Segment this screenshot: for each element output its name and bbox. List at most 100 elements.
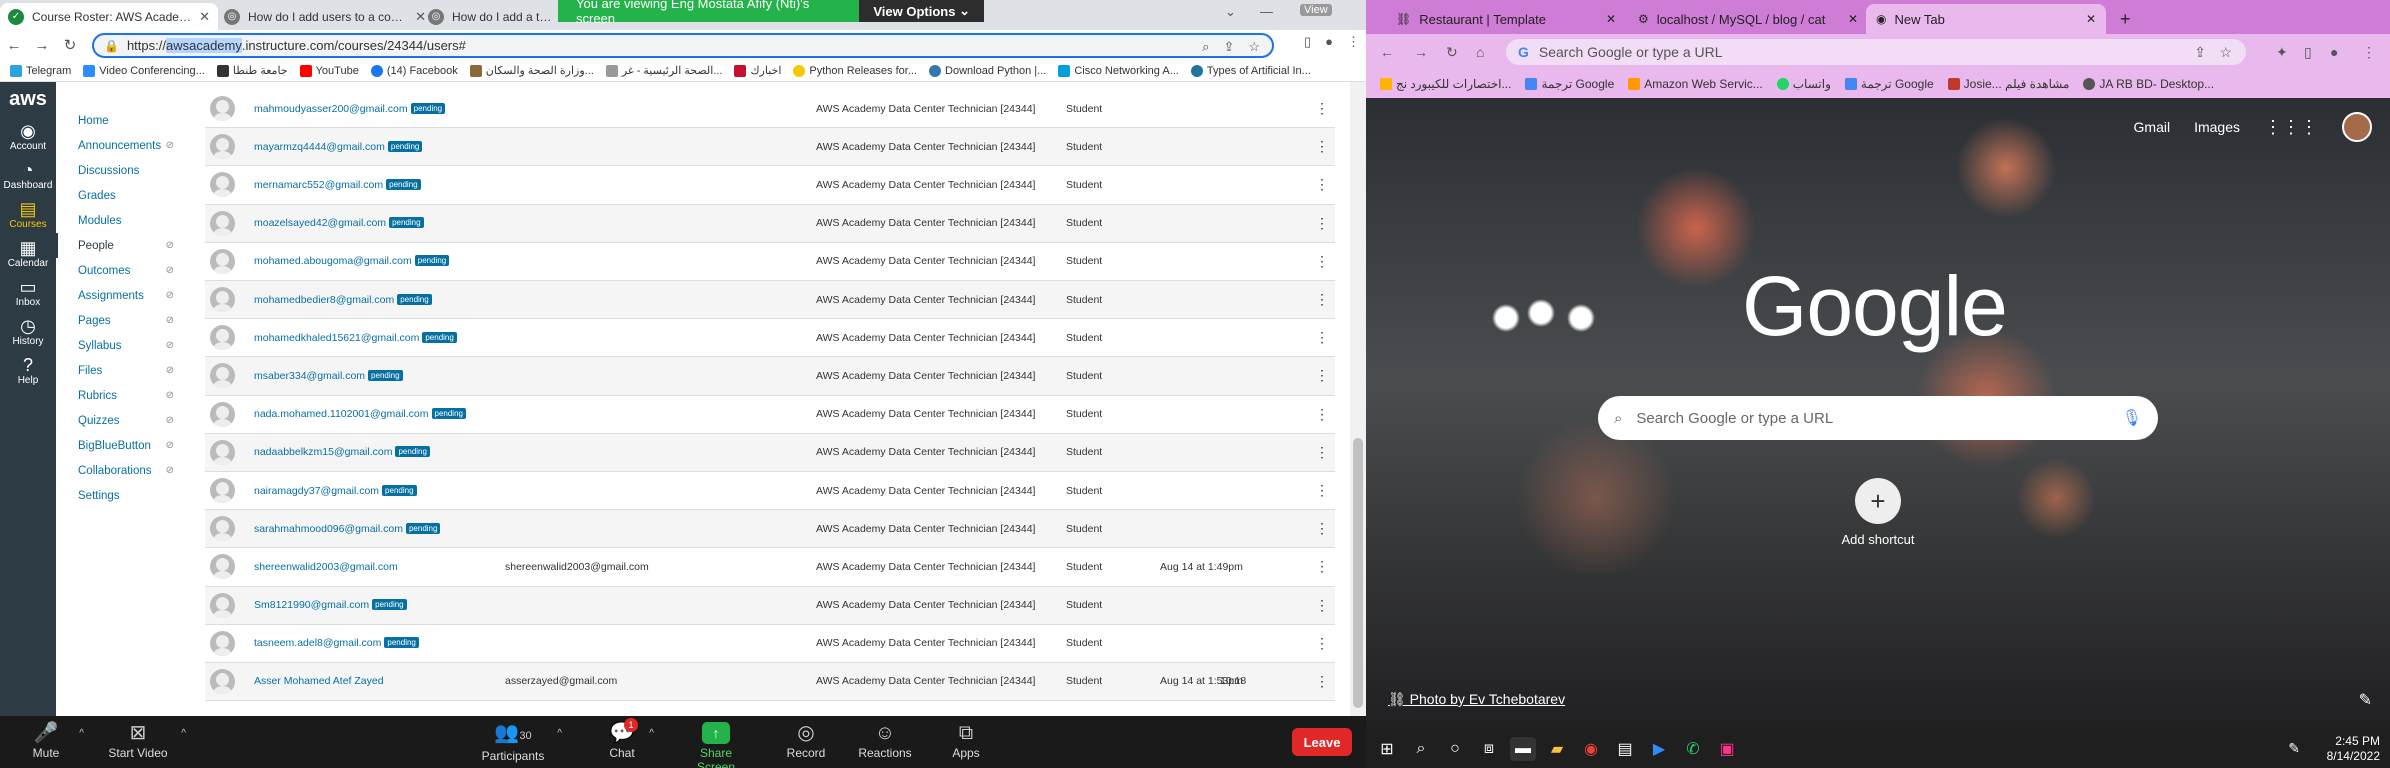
zoom-icon[interactable]: ▶ <box>1646 737 1672 761</box>
bookmark-item[interactable]: Video Conferencing... <box>83 64 205 77</box>
tab-add-text[interactable]: ◎ How do I add a text (SMS <box>420 3 560 30</box>
menu-icon[interactable]: ⋮ <box>2362 44 2376 61</box>
start-video-button[interactable]: ⊠ Start Video ^ <box>106 720 186 760</box>
file-explorer-icon[interactable]: ▰ <box>1544 737 1570 761</box>
more-options-icon[interactable]: ⋮ <box>1315 176 1329 193</box>
bookmark-item[interactable]: وزارة الصحة والسكان... <box>469 64 594 77</box>
user-name-link[interactable]: nada.mohamed.1102001@gmail.com pending <box>254 408 466 420</box>
course-nav-syllabus[interactable]: Syllabus ⊘ <box>56 333 186 358</box>
more-options-icon[interactable]: ⋮ <box>1315 444 1329 461</box>
user-name-link[interactable]: mohamedbedier8@gmail.com pending <box>254 293 432 306</box>
menu-icon[interactable]: ⋮ <box>1347 34 1360 50</box>
course-nav-announcements[interactable]: Announcements ⊘ <box>56 133 186 158</box>
nav-courses[interactable]: ▤ Courses <box>0 199 56 230</box>
bookmark-item[interactable]: واتساب <box>1776 77 1831 91</box>
nav-account[interactable]: ◉ Account <box>0 121 56 152</box>
bookmark-item[interactable]: ترجمة Google <box>1525 77 1614 91</box>
bookmark-item[interactable]: Josie... مشاهدة فيلم <box>1947 77 2069 91</box>
whatsapp-icon[interactable]: ✆ <box>1680 737 1706 761</box>
close-icon[interactable]: ✕ <box>1606 12 1616 26</box>
more-options-icon[interactable]: ⋮ <box>1315 100 1329 117</box>
profile-icon[interactable]: ● <box>2330 44 2338 60</box>
vertical-scrollbar[interactable] <box>1350 82 1366 716</box>
bookmark-item[interactable]: الصحة الرئيسية - غر... <box>605 64 722 77</box>
cortana-icon[interactable]: ○ <box>1442 737 1468 761</box>
mute-button[interactable]: 🎤 Mute ^ <box>24 720 84 760</box>
chevron-up-icon[interactable]: ^ <box>557 728 562 739</box>
task-view-icon[interactable]: ⧈ <box>1476 737 1502 761</box>
customize-pencil-icon[interactable]: ✎ <box>2359 690 2372 710</box>
images-link[interactable]: Images <box>2194 119 2240 135</box>
bookmark-item[interactable]: (14) Facebook <box>370 64 458 77</box>
windows-start-icon[interactable]: ⊞ <box>1374 737 1400 761</box>
tab-course-roster[interactable]: ✓ Course Roster: AWS Academy Da ✕ <box>0 3 218 30</box>
bookmark-item[interactable]: جامعة طنطا <box>216 64 288 77</box>
pen-icon[interactable]: ✎ <box>2288 740 2300 757</box>
course-nav-grades[interactable]: Grades <box>56 183 186 208</box>
system-clock[interactable]: 2:45 PM 8/14/2022 <box>2327 734 2380 764</box>
forward-icon[interactable]: → <box>1414 44 1428 60</box>
tab-restaurant[interactable]: ⛓ Restaurant | Template ✕ <box>1386 4 1626 34</box>
add-shortcut-button[interactable]: + Add shortcut <box>1833 478 1923 547</box>
scrollbar-thumb[interactable] <box>1353 438 1363 708</box>
bookmark-item[interactable]: اختصارات للكيبورد نج... <box>1380 77 1511 91</box>
bookmark-item[interactable]: Python Releases for... <box>793 64 917 77</box>
course-nav-modules[interactable]: Modules <box>56 208 186 233</box>
course-nav-collaborations[interactable]: Collaborations ⊘ <box>56 458 186 483</box>
more-options-icon[interactable]: ⋮ <box>1315 406 1329 423</box>
course-nav-settings[interactable]: Settings <box>56 483 186 508</box>
avatar[interactable] <box>2342 112 2372 142</box>
photo-credit-link[interactable]: ⛓ Photo by Ev Tchebotarev <box>1388 691 1565 708</box>
more-options-icon[interactable]: ⋮ <box>1315 597 1329 614</box>
course-nav-bigbluebutton[interactable]: BigBlueButton ⊘ <box>56 433 186 458</box>
record-button[interactable]: ◎ Record <box>784 720 828 760</box>
apps-button[interactable]: ⧉ Apps <box>950 720 982 760</box>
nav-history[interactable]: ◷ History <box>0 316 56 347</box>
user-name-link[interactable]: mohamed.abougoma@gmail.com pending <box>254 255 450 267</box>
aws-logo[interactable]: aws <box>0 82 56 121</box>
minimize-icon[interactable]: — <box>1260 4 1273 19</box>
more-options-icon[interactable]: ⋮ <box>1315 520 1329 537</box>
back-icon[interactable]: ← <box>0 37 28 54</box>
chat-button[interactable]: 💬 1 Chat ^ <box>606 718 654 760</box>
more-options-icon[interactable]: ⋮ <box>1315 291 1329 308</box>
search-icon[interactable]: ⌕ <box>1408 737 1434 761</box>
user-name-link[interactable]: mohamedkhaled15621@gmail.com pending <box>254 331 457 344</box>
course-nav-outcomes[interactable]: Outcomes ⊘ <box>56 258 186 283</box>
search-icon[interactable]: ⌕ <box>1202 39 1209 55</box>
chevron-up-icon[interactable]: ^ <box>649 728 654 739</box>
view-options-button[interactable]: View Options ⌄ <box>859 0 984 22</box>
right-url-input[interactable]: G Search Google or type a URL ⇪ ☆ <box>1506 39 2246 65</box>
share-icon[interactable]: ⇪ <box>1223 39 1234 55</box>
forward-icon[interactable]: → <box>28 37 56 54</box>
bookmark-item[interactable]: YouTube <box>299 64 359 77</box>
leave-button[interactable]: Leave <box>1292 728 1352 756</box>
more-options-icon[interactable]: ⋮ <box>1315 482 1329 499</box>
bookmark-item[interactable]: اخبارك <box>734 64 781 77</box>
reload-icon[interactable]: ↻ <box>56 36 84 54</box>
chevron-up-icon[interactable]: ^ <box>79 728 84 739</box>
user-name-link[interactable]: mernamarc552@gmail.com pending <box>254 178 421 191</box>
course-nav-home[interactable]: Home <box>56 108 186 133</box>
course-nav-assignments[interactable]: Assignments ⊘ <box>56 283 186 308</box>
tab-new-tab[interactable]: ◉ New Tab ✕ <box>1866 4 2106 34</box>
user-name-link[interactable]: tasneem.adel8@gmail.com pending <box>254 637 419 649</box>
nav-inbox[interactable]: ▭ Inbox <box>0 277 56 308</box>
profile-icon[interactable]: ● <box>1325 34 1333 50</box>
more-options-icon[interactable]: ⋮ <box>1315 635 1329 652</box>
extensions-icon[interactable]: ✦ <box>2276 44 2288 61</box>
view-button[interactable]: View <box>1300 4 1332 16</box>
user-name-link[interactable]: mahmoudyasser200@gmail.com pending <box>254 102 446 115</box>
terminal-icon[interactable]: ▬ <box>1510 737 1536 761</box>
close-icon[interactable]: ✕ <box>199 9 210 25</box>
more-options-icon[interactable]: ⋮ <box>1315 138 1329 155</box>
share-screen-button[interactable]: ↑ Share Screen <box>680 720 752 768</box>
user-name-link[interactable]: msaber334@gmail.com pending <box>254 369 403 382</box>
user-name-link[interactable]: Sm8121990@gmail.com pending <box>254 599 407 611</box>
course-nav-people[interactable]: People ⊘ <box>56 233 186 258</box>
chevron-up-icon[interactable]: ^ <box>181 728 186 739</box>
user-name-link[interactable]: nairamagdy37@gmail.com pending <box>254 484 417 497</box>
reload-icon[interactable]: ↻ <box>1446 44 1458 61</box>
new-tab-button[interactable]: + <box>2110 4 2134 34</box>
user-name-link[interactable]: Asser Mohamed Atef Zayed <box>254 675 384 687</box>
